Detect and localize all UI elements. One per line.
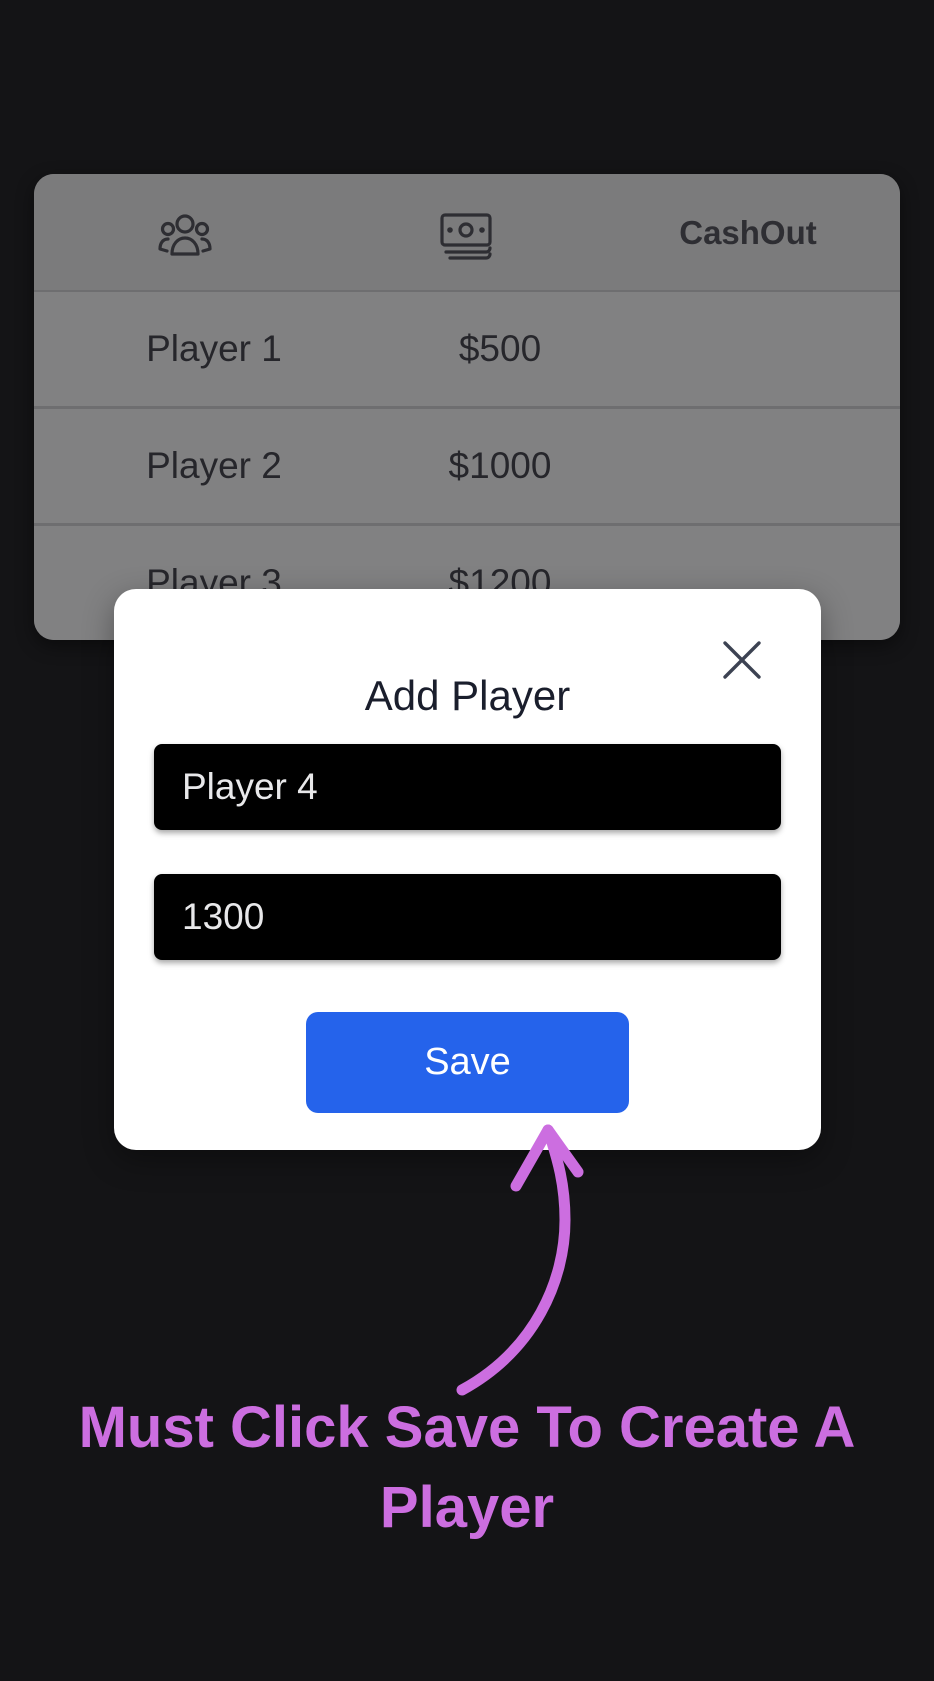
table-row[interactable]: Player 2 $1000 — [34, 409, 900, 526]
save-button[interactable]: Save — [306, 1012, 629, 1113]
instruction-caption: Must Click Save To Create A Player — [78, 1395, 856, 1540]
curved-arrow-up-icon — [440, 1110, 620, 1400]
table-header: CashOut — [34, 174, 900, 293]
cash-icon — [436, 210, 496, 262]
buyin-amount-input[interactable] — [154, 874, 781, 960]
player-buyin: $1000 — [448, 445, 552, 486]
player-name: Player 1 — [146, 328, 282, 369]
player-buyin: $500 — [458, 328, 542, 369]
add-player-modal: Add Player Save — [114, 589, 821, 1150]
player-name-input[interactable] — [154, 744, 781, 830]
modal-title: Add Player — [364, 672, 571, 719]
players-table: CashOut Player 1 $500 Player 2 $1000 Pla… — [34, 174, 900, 640]
screen: CashOut Player 1 $500 Player 2 $1000 Pla… — [0, 0, 934, 1681]
cashout-column-header: CashOut — [679, 214, 817, 251]
table-row[interactable]: Player 1 $500 — [34, 292, 900, 409]
player-name: Player 2 — [146, 445, 282, 486]
users-group-icon — [155, 210, 215, 262]
